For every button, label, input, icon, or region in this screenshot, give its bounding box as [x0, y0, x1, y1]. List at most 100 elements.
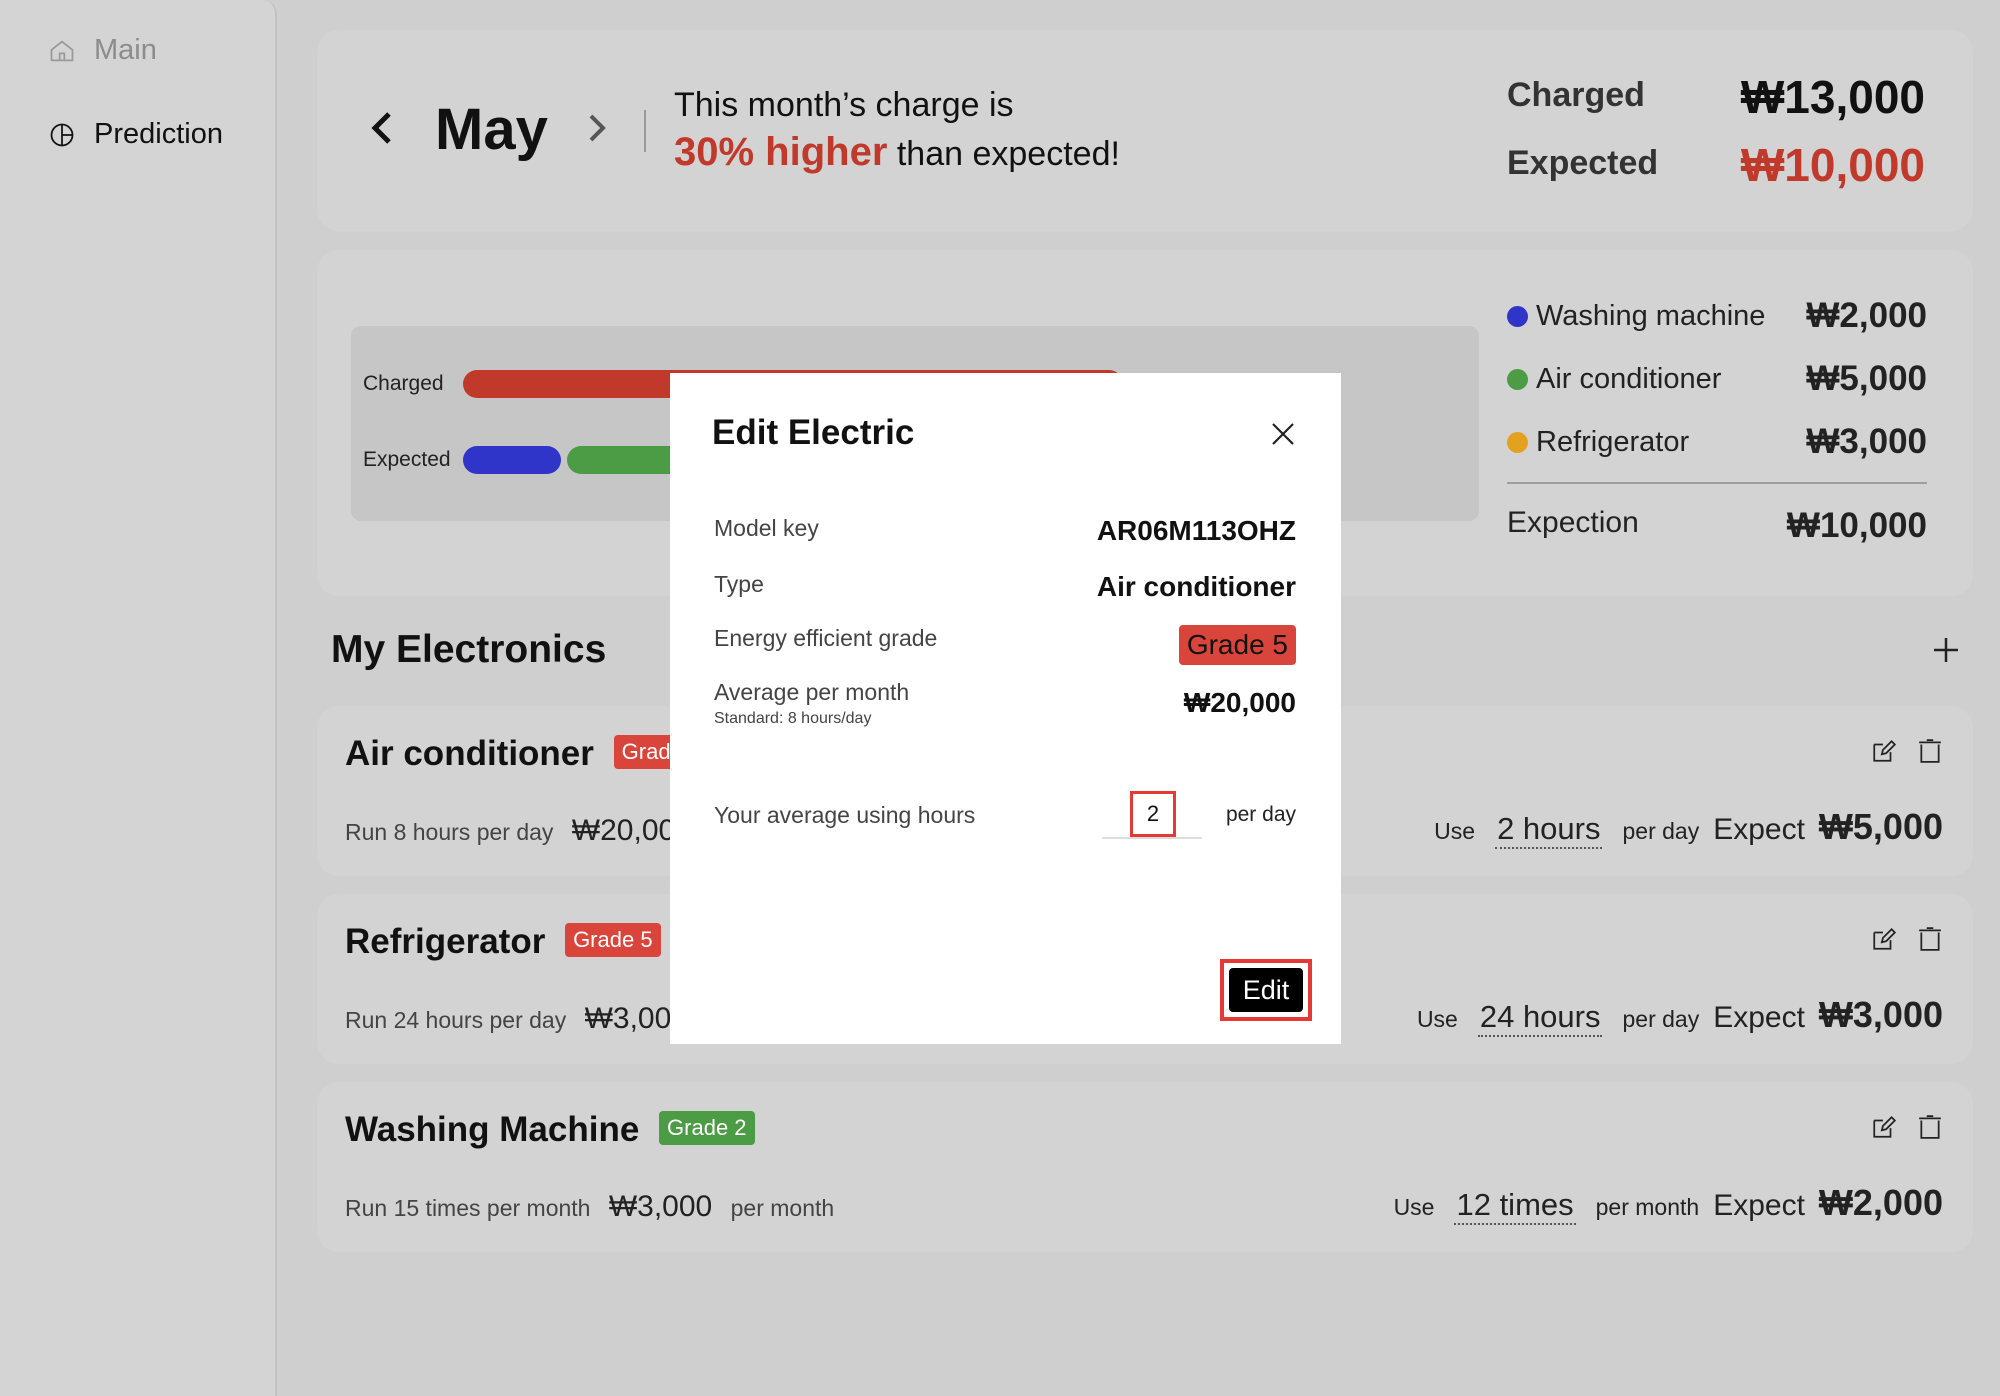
hours-row: Your average using hours 2 per day — [714, 791, 1296, 839]
trash-icon[interactable] — [1917, 1114, 1943, 1140]
expect-label: Expect — [1713, 1189, 1805, 1222]
expected-bar-washing-machine — [463, 446, 561, 474]
type-value: Air conditioner — [1096, 571, 1296, 602]
item-name: Air conditioner — [345, 734, 594, 773]
legend-value: ₩2,000 — [1806, 296, 1927, 335]
legend-dot — [1507, 431, 1528, 453]
month-title: May — [435, 97, 548, 162]
hours-label: Your average using hours — [714, 801, 976, 828]
charge-comparison: 30% higher than expected! — [674, 130, 1120, 175]
edit-icon[interactable] — [1871, 1114, 1897, 1140]
use-value[interactable]: 12 times — [1454, 1187, 1576, 1225]
model-key-row: Model key AR06M113OHZ — [714, 515, 1296, 547]
edit-icon[interactable] — [1871, 926, 1897, 952]
item-name: Washing Machine — [345, 1110, 640, 1149]
total-label: Expection — [1507, 506, 1639, 539]
sidebar-item-label: Main — [94, 34, 157, 66]
sidebar-item-main[interactable]: Main — [48, 34, 157, 67]
expect-value: ₩5,000 — [1818, 806, 1943, 847]
hours-input[interactable]: 2 — [1129, 791, 1176, 837]
chevron-left-icon — [371, 112, 391, 144]
run-text: Run 8 hours per day — [345, 819, 554, 845]
item-name: Refrigerator — [345, 922, 546, 961]
charged-bar-label: Charged — [363, 372, 444, 395]
item-actions — [1871, 1114, 1943, 1140]
item-run: Run 15 times per month ₩3,000 per month — [345, 1190, 834, 1224]
edit-icon[interactable] — [1871, 738, 1897, 764]
use-value[interactable]: 24 hours — [1477, 999, 1603, 1037]
grade-label: Energy efficient grade — [714, 625, 938, 651]
legend-dot — [1507, 305, 1528, 327]
section-title: My Electronics — [331, 628, 607, 671]
use-unit: per day — [1622, 1006, 1700, 1032]
legend-item: Refrigerator ₩3,000 — [1507, 422, 1927, 462]
grade-row: Energy efficient grade Grade 5 — [714, 625, 1296, 665]
legend-total: Expection ₩10,000 — [1507, 506, 1927, 546]
legend-divider — [1507, 482, 1927, 484]
charged-value: ₩13,000 — [1740, 71, 1925, 123]
item-actions — [1871, 738, 1943, 764]
expect-value: ₩2,000 — [1818, 1182, 1943, 1223]
charge-message: This month’s charge is — [674, 86, 1014, 124]
charge-difference: 30% higher — [674, 130, 888, 174]
item-use: Use 2 hours per day Expect ₩5,000 — [1434, 806, 1943, 849]
run-unit: per month — [730, 1195, 835, 1221]
item-name-wrap: Refrigerator Grade 5 — [345, 922, 661, 962]
sidebar-item-prediction[interactable]: Prediction — [48, 118, 223, 151]
electronic-item-washing-machine: Washing Machine Grade 2 Run 15 times per… — [317, 1082, 1973, 1252]
edit-button[interactable]: Edit — [1229, 968, 1303, 1012]
use-label: Use — [1434, 818, 1476, 844]
pie-chart-icon — [50, 123, 74, 146]
expected-bar-air-conditioner — [567, 446, 687, 474]
sidebar: Main Prediction — [0, 0, 277, 1396]
hours-field: 2 per day — [1101, 791, 1296, 839]
trash-icon[interactable] — [1917, 926, 1943, 952]
previous-month-button[interactable] — [367, 108, 397, 158]
item-actions — [1871, 926, 1943, 952]
use-label: Use — [1393, 1194, 1435, 1220]
expected-bar-label: Expected — [363, 448, 451, 471]
item-use: Use 24 hours per day Expect ₩3,000 — [1417, 994, 1943, 1037]
average-standard: Standard: 8 hours/day — [714, 710, 872, 727]
use-value[interactable]: 2 hours — [1495, 811, 1603, 849]
next-month-button[interactable] — [585, 110, 611, 155]
expect-label: Expect — [1713, 1001, 1805, 1034]
trash-icon[interactable] — [1917, 738, 1943, 764]
sidebar-item-label: Prediction — [94, 118, 223, 150]
run-text: Run 24 hours per day — [345, 1007, 567, 1033]
item-run: Run 8 hours per day ₩20,000 — [345, 814, 692, 848]
run-text: Run 15 times per month — [345, 1195, 591, 1221]
legend-value: ₩3,000 — [1806, 422, 1927, 461]
expect-value: ₩3,000 — [1818, 994, 1943, 1035]
divider — [644, 110, 646, 152]
legend-name: Washing machine — [1536, 299, 1766, 332]
grade-badge: Grade 5 — [1178, 625, 1296, 665]
legend-value: ₩5,000 — [1806, 359, 1927, 398]
legend-item: Air conditioner ₩5,000 — [1507, 359, 1927, 399]
item-name-wrap: Air conditioner Grade 5 — [345, 734, 710, 774]
average-value: ₩20,000 — [1183, 687, 1296, 718]
total-value: ₩10,000 — [1786, 506, 1927, 545]
hours-input-wrap: 2 — [1101, 791, 1202, 839]
model-key-label: Model key — [714, 515, 819, 541]
grade-badge: Grade 2 — [659, 1110, 755, 1145]
expected-value: ₩10,000 — [1740, 139, 1925, 191]
hours-unit: per day — [1225, 803, 1296, 826]
type-row: Type Air conditioner — [714, 571, 1296, 603]
legend-name: Refrigerator — [1536, 425, 1690, 458]
run-value: ₩3,000 — [608, 1190, 713, 1223]
average-row: Average per month Standard: 8 hours/day … — [714, 679, 1296, 728]
home-icon — [50, 40, 74, 61]
close-icon[interactable] — [1270, 421, 1296, 447]
item-name-wrap: Washing Machine Grade 2 — [345, 1110, 755, 1150]
add-icon[interactable] — [1932, 636, 1960, 664]
type-label: Type — [714, 571, 764, 597]
average-label-wrap: Average per month Standard: 8 hours/day — [714, 679, 909, 728]
average-label: Average per month — [714, 679, 910, 705]
legend-dot — [1507, 368, 1528, 390]
summary-header-card: May This month’s charge is 30% higher th… — [317, 30, 1973, 231]
legend-name: Air conditioner — [1536, 362, 1722, 395]
edit-electric-modal: Edit Electric Model key AR06M113OHZ Type… — [670, 373, 1341, 1044]
legend-item: Washing machine ₩2,000 — [1507, 296, 1927, 336]
model-key-value: AR06M113OHZ — [1096, 515, 1296, 546]
